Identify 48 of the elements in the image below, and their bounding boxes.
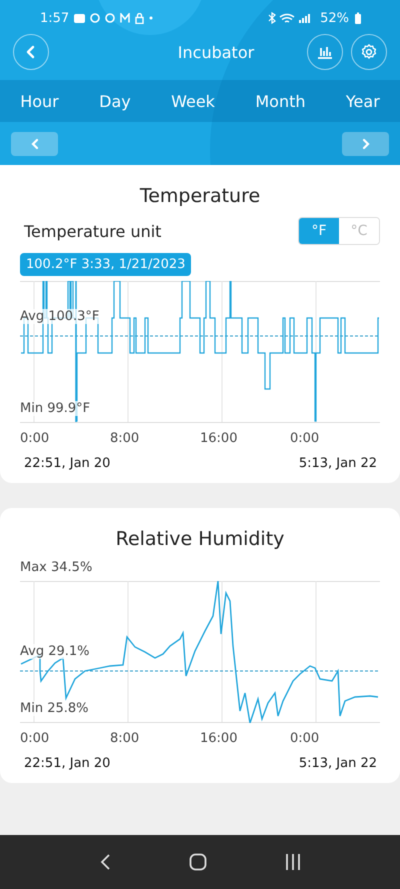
axis-label: 16:00 [200,431,238,446]
period-tab[interactable]: Month [249,88,312,114]
axis-label: 8:00 [110,431,140,446]
min-label: Min 25.8% [20,701,88,716]
period-tab[interactable]: Day [93,88,137,114]
axis-label: 0:00 [290,431,320,446]
min-label: Min 99.9°F [20,401,90,416]
period-tab[interactable]: Hour [14,88,65,114]
battery-level: 52% [320,10,349,26]
axis-label: 16:00 [200,731,238,746]
status-time: 1:57 [40,10,70,26]
circle-app-icon [105,13,116,23]
range-start: 22:51, Jan 20 [24,756,110,771]
average-label: Avg 29.1% [20,644,90,659]
max-label: Max 34.5% [20,560,94,575]
period-tab[interactable]: Week [165,88,221,114]
axis-label: 8:00 [110,731,140,746]
settings-icon [360,43,378,61]
chevron-right-icon [360,138,370,150]
home-icon[interactable] [189,853,207,871]
back-button[interactable] [13,34,49,70]
settings-button[interactable] [351,34,387,70]
battery-icon [354,12,362,24]
mail-icon [120,13,130,23]
circle-app-icon [90,13,100,23]
statistics-button[interactable] [307,34,343,70]
range-start: 22:51, Jan 20 [24,456,110,471]
period-tab[interactable]: Year [340,88,386,114]
value-tooltip: 100.2°F 3:33, 1/21/2023 [20,253,192,276]
dot-icon [149,16,154,20]
unit-option[interactable]: °F [299,218,339,244]
back-icon[interactable] [99,853,111,871]
chart-title: Temperature [138,185,262,207]
unit-label: Temperature unit [24,222,162,240]
bar-chart-icon [317,45,333,59]
range-end: 5:13, Jan 22 [298,756,377,771]
axis-label: 0:00 [290,731,320,746]
lock-icon [135,12,144,24]
average-label: Avg 100.3°F [20,309,100,324]
recent-apps-icon[interactable] [285,853,301,871]
previous-button[interactable] [11,132,58,156]
range-end: 5:13, Jan 22 [298,456,377,471]
axis-label: 0:00 [20,731,50,746]
chevron-left-icon [30,138,40,150]
axis-label: 0:00 [20,431,50,446]
screen-title: Incubator [176,42,256,62]
chart-title: Relative Humidity [114,528,286,550]
next-button[interactable] [342,132,389,156]
